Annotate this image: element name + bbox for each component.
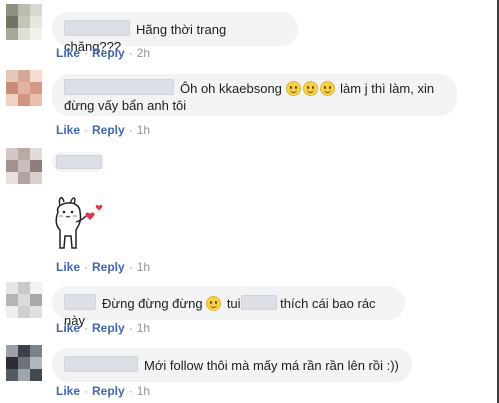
avatar[interactable] — [6, 282, 42, 318]
separator-dot: · — [84, 123, 89, 137]
avatar[interactable] — [6, 70, 42, 106]
smiley-emoji-icon — [319, 81, 335, 96]
comment-actions: Like · Reply · 1h — [56, 384, 150, 398]
separator-dot: · — [84, 46, 89, 60]
separator-dot: · — [128, 321, 133, 335]
like-button[interactable]: Like — [56, 384, 80, 398]
timestamp[interactable]: 2h — [137, 46, 150, 60]
reply-button[interactable]: Reply — [92, 46, 125, 60]
redacted-author-name — [64, 20, 130, 36]
separator-dot: · — [128, 46, 133, 60]
redacted-author-name — [64, 294, 96, 310]
comment-bubble: Hãng thời trang chăng??? — [52, 12, 298, 54]
like-button[interactable]: Like — [56, 123, 80, 137]
like-button[interactable]: Like — [56, 46, 80, 60]
comment-text: tui — [226, 296, 241, 311]
separator-dot: · — [84, 321, 89, 335]
reply-button[interactable]: Reply — [92, 321, 125, 335]
timestamp[interactable]: 1h — [137, 321, 150, 335]
reply-button[interactable]: Reply — [92, 384, 125, 398]
comment-bubble: Mới follow thôi mà mấy má rần rần lên rồ… — [52, 348, 412, 382]
redacted-author-name — [64, 79, 174, 95]
comment-text-line2: đừng vấy bẩn anh tôi — [64, 98, 187, 113]
timestamp[interactable]: 1h — [137, 384, 150, 398]
separator-dot: · — [84, 384, 89, 398]
comment-actions: Like · Reply · 2h — [56, 46, 150, 60]
avatar[interactable] — [6, 148, 42, 184]
comment-actions: Like · Reply · 1h — [56, 123, 150, 137]
smiley-emoji-icon — [302, 81, 318, 96]
timestamp[interactable]: 1h — [137, 260, 150, 274]
comment-text: Mới follow thôi mà mấy má rần rần lên rồ… — [144, 358, 399, 373]
reply-button[interactable]: Reply — [92, 123, 125, 137]
comment-actions: Like · Reply · 1h — [56, 321, 150, 335]
reply-button[interactable]: Reply — [92, 260, 125, 274]
separator-dot: · — [84, 260, 89, 274]
smiley-emoji-icon — [285, 81, 301, 96]
bunny-heart-sticker-icon[interactable] — [50, 192, 110, 256]
separator-dot: · — [128, 260, 133, 274]
redacted-author-name — [64, 356, 138, 372]
redacted-author-name — [56, 155, 102, 169]
separator-dot: · — [128, 123, 133, 137]
comment-bubble: Đừng đừng đừng tui thích cái bao rác này — [52, 286, 405, 328]
redacted-mention — [240, 295, 277, 310]
comment-text: làm j thì làm, xin — [340, 81, 435, 96]
avatar[interactable] — [6, 4, 42, 40]
timestamp[interactable]: 1h — [137, 123, 150, 137]
comment-text: Đừng đừng đừng — [102, 296, 203, 311]
smiley-emoji-icon — [206, 296, 222, 311]
comment-text: Ôh oh kkaebsong — [180, 81, 282, 96]
avatar[interactable] — [6, 345, 42, 381]
separator-dot: · — [128, 384, 133, 398]
comment-actions: Like · Reply · 1h — [56, 260, 150, 274]
like-button[interactable]: Like — [56, 321, 80, 335]
like-button[interactable]: Like — [56, 260, 80, 274]
comment-bubble — [52, 152, 104, 172]
comment-bubble: Ôh oh kkaebsong làm j thì làm, xin đừng … — [52, 74, 457, 116]
